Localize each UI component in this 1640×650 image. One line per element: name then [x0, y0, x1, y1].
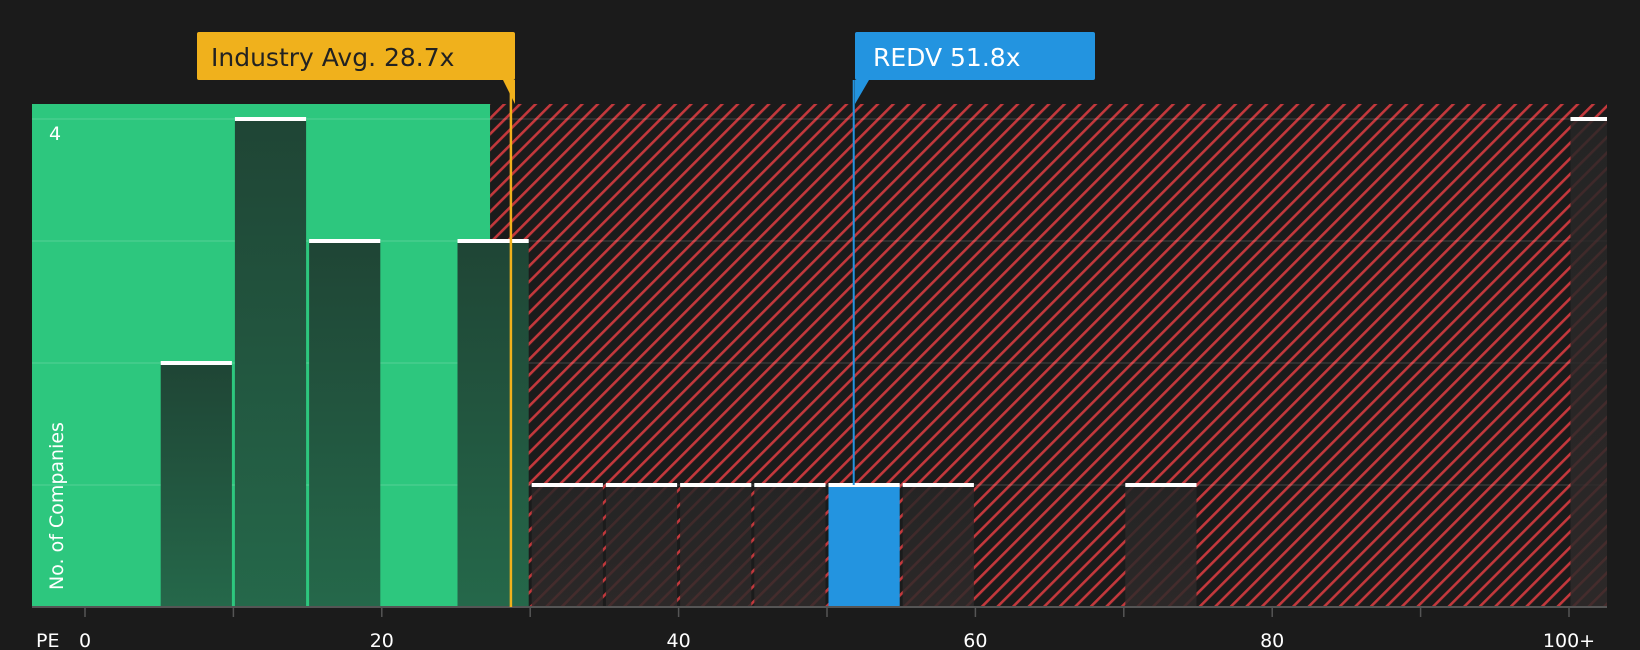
histogram-bar	[754, 485, 826, 607]
histogram-bar-cap	[902, 483, 974, 487]
histogram-bar	[234, 119, 307, 607]
histogram-bar	[902, 485, 974, 607]
pe-ratio-chart: 0 20 40 60 80 100+ PE No. of Companies 4 Indu…	[0, 0, 1640, 650]
histogram-bar-cap	[160, 361, 232, 365]
company-callout-pointer	[855, 80, 869, 104]
histogram-bar-cap	[531, 483, 603, 487]
y-tick-label-4: 4	[49, 123, 61, 145]
histogram-bar-cap	[754, 483, 826, 487]
histogram-bar	[680, 485, 752, 607]
x-tick-label: 20	[370, 630, 394, 650]
histogram-bar	[309, 241, 381, 607]
y-axis-label: No. of Companies	[46, 422, 68, 590]
industry-avg-callout-pointer	[503, 80, 515, 104]
x-tick-label: 80	[1260, 630, 1284, 650]
histogram-bar	[160, 363, 232, 607]
histogram-bar-cap	[234, 117, 307, 121]
histogram-bar	[1125, 485, 1197, 607]
x-tick-label: 100+	[1543, 630, 1595, 650]
histogram-bar-cap	[457, 239, 529, 243]
histogram-bar-cap	[1570, 117, 1607, 121]
histogram-bar-highlight	[828, 485, 900, 607]
x-axis-label: PE	[36, 630, 59, 650]
x-axis-ticks: 0 20 40 60 80 100+	[79, 607, 1595, 650]
histogram-bar-cap	[309, 239, 381, 243]
histogram-bar	[1570, 119, 1607, 607]
company-label: REDV 51.8x	[873, 43, 1021, 72]
histogram-bar	[605, 485, 678, 607]
industry-avg-label: Industry Avg. 28.7x	[211, 43, 454, 72]
histogram-bar-cap	[680, 483, 752, 487]
x-tick-label: 0	[79, 630, 91, 650]
x-tick-label: 40	[667, 630, 691, 650]
histogram-bar	[531, 485, 603, 607]
chart-svg: 0 20 40 60 80 100+ PE No. of Companies 4 Indu…	[32, 32, 1608, 650]
histogram-bar	[457, 241, 529, 607]
histogram-bar-cap	[828, 483, 900, 487]
x-tick-label: 60	[963, 630, 987, 650]
histogram-bar-cap	[605, 483, 678, 487]
histogram-bar-cap	[1125, 483, 1197, 487]
